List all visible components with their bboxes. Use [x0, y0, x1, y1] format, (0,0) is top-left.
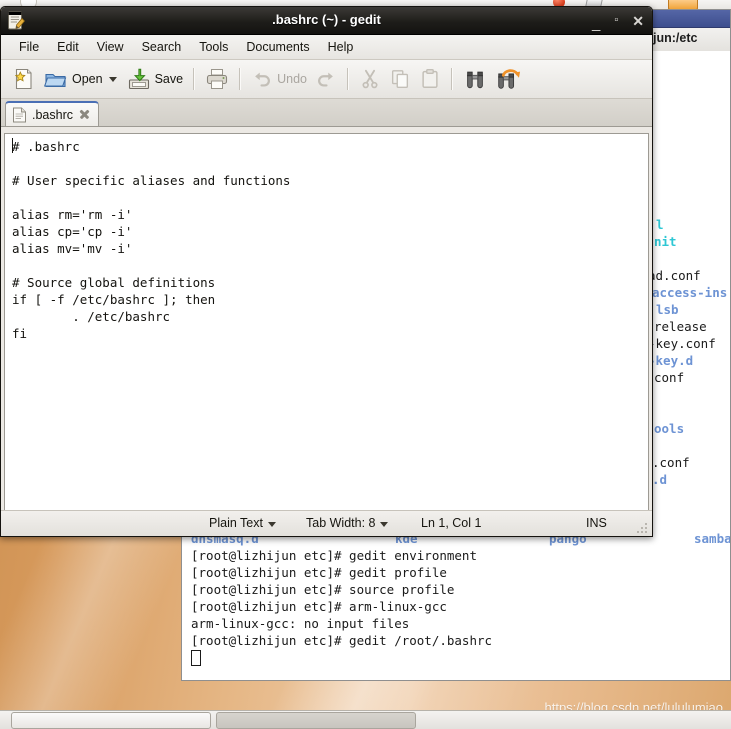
print-button[interactable] — [201, 64, 233, 95]
undo-arrow-icon — [255, 72, 270, 87]
clipboard-icon — [422, 68, 438, 88]
copy-button[interactable] — [385, 64, 415, 95]
tab-bashrc[interactable]: .bashrc — [5, 101, 99, 126]
tab-width-chevron-down-icon[interactable] — [380, 521, 389, 527]
find-button[interactable] — [459, 64, 491, 95]
document-icon — [13, 107, 26, 122]
insert-mode-label: INS — [586, 516, 607, 530]
bg-terminal-entry: lsb — [656, 302, 679, 317]
cursor-position-label: Ln 1, Col 1 — [421, 516, 482, 530]
resize-grip[interactable] — [637, 521, 649, 533]
gedit-menubar[interactable]: File Edit View Search Tools Documents Help — [1, 35, 652, 60]
save-button-label: Save — [154, 72, 184, 86]
redo-arrow-icon — [318, 72, 333, 87]
toolbar-separator-4 — [450, 68, 453, 90]
document-content[interactable]: # .bashrc # User specific aliases and fu… — [5, 134, 648, 342]
lower-terminal-output[interactable]: dnsmasq.d kde pango samba [root@lizhijun et… — [182, 530, 730, 680]
gedit-statusbar: Plain Text Tab Width: 8 Ln 1, Col 1 INS — [1, 510, 652, 536]
terminal-ls-entry: samba — [694, 531, 730, 546]
close-button[interactable]: ✕ — [632, 14, 644, 28]
scissors-icon — [362, 69, 378, 89]
toolbar-separator-1 — [193, 68, 196, 90]
bg-terminal-entry: -key.d — [648, 353, 694, 368]
menu-tools[interactable]: Tools — [190, 38, 237, 56]
cut-button[interactable] — [355, 64, 385, 95]
background-terminal-path-label: jun:/etc — [653, 31, 698, 45]
taskbar-window-2[interactable] — [216, 711, 416, 729]
language-chevron-down-icon[interactable] — [267, 521, 276, 527]
gedit-window-title: .bashrc (~) - gedit — [272, 12, 381, 27]
terminal-line: [root@lizhijun etc]# source profile — [191, 582, 455, 597]
menu-file[interactable]: File — [10, 38, 48, 56]
toolbar-separator-2 — [239, 68, 242, 90]
menu-help[interactable]: Help — [319, 38, 363, 56]
save-button[interactable]: Save — [123, 64, 188, 95]
bg-terminal-entry: conf — [654, 370, 685, 385]
tab-label: .bashrc — [32, 107, 73, 122]
gedit-text-area[interactable]: # .bashrc # User specific aliases and fu… — [4, 133, 649, 511]
gedit-tabstrip[interactable]: .bashrc — [1, 99, 652, 127]
bg-terminal-entry: access-ins — [652, 285, 728, 300]
open-button-label: Open — [72, 72, 103, 86]
minimize-button[interactable]: _ — [592, 16, 600, 31]
tab-width-label: Tab Width: 8 — [306, 516, 376, 530]
copy-pages-icon — [391, 70, 409, 88]
bg-terminal-entry: nit — [654, 234, 677, 249]
terminal-command-lines: [root@lizhijun etc]# gedit environment [r… — [182, 547, 730, 649]
new-document-button[interactable] — [8, 64, 40, 95]
maximize-button[interactable]: ▫ — [614, 15, 618, 26]
gedit-window[interactable]: .bashrc (~) - gedit _ ▫ ✕ File Edit View Se… — [0, 6, 653, 537]
bg-terminal-entry: .d — [652, 472, 668, 487]
printer-icon — [207, 69, 228, 89]
binoculars-replace-icon — [498, 69, 521, 89]
taskbar[interactable] — [0, 710, 731, 729]
toolbar-separator-3 — [346, 68, 349, 90]
bg-terminal-entry: -key.conf — [648, 336, 716, 351]
gedit-window-controls: _ ▫ ✕ — [592, 7, 644, 34]
folder-open-icon — [44, 73, 67, 88]
bg-terminal-entry: ad.conf — [648, 268, 701, 283]
insert-mode: INS — [586, 516, 607, 530]
find-replace-button[interactable] — [491, 64, 525, 95]
undo-button-label: Undo — [277, 72, 307, 86]
bg-terminal-entry: .conf — [652, 455, 690, 470]
menu-search[interactable]: Search — [133, 38, 191, 56]
gedit-toolbar[interactable]: Open Save Undo — [1, 60, 652, 99]
tab-close-icon[interactable] — [78, 108, 91, 121]
bg-terminal-entry: release — [654, 319, 707, 334]
tab-width-selector[interactable]: Tab Width: 8 — [306, 516, 389, 530]
open-button[interactable]: Open — [40, 64, 123, 95]
redo-button[interactable] — [311, 64, 341, 95]
undo-button[interactable]: Undo — [247, 64, 311, 95]
terminal-line: arm-linux-gcc: no input files — [191, 616, 410, 631]
text-caret — [12, 138, 13, 153]
bg-terminal-entry: l — [656, 217, 664, 232]
menu-view[interactable]: View — [88, 38, 133, 56]
open-dropdown-chevron-down-icon[interactable] — [108, 76, 117, 82]
terminal-line: [root@lizhijun etc]# gedit profile — [191, 565, 447, 580]
language-selector[interactable]: Plain Text — [209, 516, 276, 530]
terminal-line: [root@lizhijun etc]# arm-linux-gcc — [191, 599, 447, 614]
taskbar-window-1[interactable] — [11, 711, 211, 729]
menu-documents[interactable]: Documents — [237, 38, 318, 56]
screen: jun:/etc l nit ad.conf access-ins lsb release… — [0, 0, 731, 729]
binoculars-find-icon — [467, 71, 483, 89]
terminal-line: [root@lizhijun etc]# gedit /root/.bashrc — [191, 633, 493, 648]
save-disk-icon — [128, 68, 149, 90]
menu-edit[interactable]: Edit — [48, 38, 88, 56]
bg-terminal-entry: ools — [654, 421, 685, 436]
terminal-line: [root@lizhijun etc]# gedit environment — [191, 548, 477, 563]
new-document-icon — [14, 68, 32, 90]
terminal-cursor — [191, 650, 201, 666]
language-label: Plain Text — [209, 516, 263, 530]
cursor-position: Ln 1, Col 1 — [421, 516, 481, 530]
gedit-titlebar[interactable]: .bashrc (~) - gedit _ ▫ ✕ — [1, 7, 652, 35]
paste-button[interactable] — [415, 64, 445, 95]
